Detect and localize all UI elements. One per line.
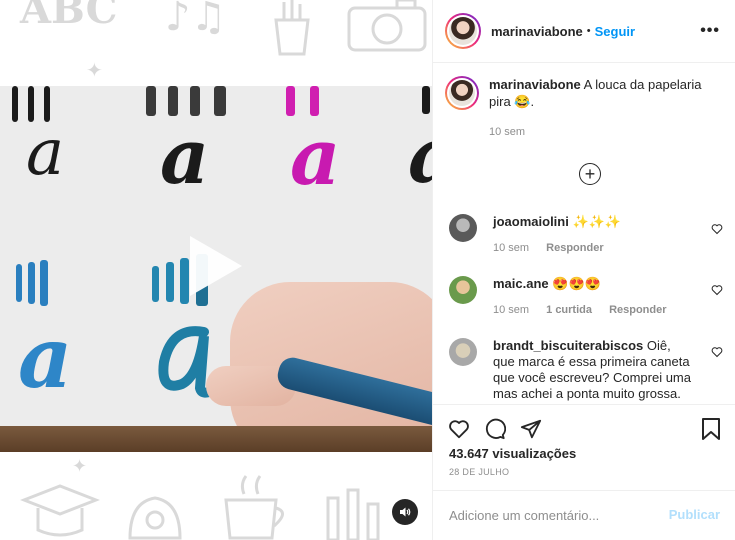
comment-item: joaomaiolini ✨✨✨ 10 sem Responder (449, 214, 719, 256)
doodle-sparkle: ✦ (72, 456, 88, 477)
avatar[interactable] (445, 13, 481, 49)
lettering-a-magenta: a (290, 112, 341, 203)
save-bookmark-icon[interactable] (700, 417, 722, 441)
comment-username[interactable]: joaomaiolini (493, 214, 569, 229)
post-caption: marinaviabone A louca da papelaria pira … (445, 76, 725, 141)
brush-stroke (214, 86, 226, 116)
comment-body: brandt_biscuiterabiscos Oiê, que marca é… (493, 338, 693, 402)
like-comment-heart-icon[interactable] (711, 284, 723, 296)
share-paper-plane-icon[interactable] (520, 418, 542, 440)
header-username[interactable]: marinaviabone (491, 24, 583, 39)
caption-body: marinaviabone A louca da papelaria pira … (489, 76, 725, 141)
plus-icon: + (584, 164, 596, 184)
publish-button[interactable]: Publicar (669, 507, 720, 522)
lettering-a-partial: a (408, 110, 432, 201)
like-heart-icon[interactable] (448, 418, 470, 440)
like-comment-heart-icon[interactable] (711, 346, 723, 358)
speaker-icon (400, 507, 411, 517)
comment-likes-count[interactable]: 1 curtida (546, 304, 592, 316)
comment-text: ✨✨✨ (572, 214, 622, 229)
follow-button[interactable]: Seguir (595, 24, 635, 39)
reply-button[interactable]: Responder (609, 304, 666, 316)
lettering-a-blue: a (18, 308, 73, 407)
doodle-bell-icon (128, 496, 182, 540)
load-more-comments-button[interactable]: + (579, 163, 601, 185)
doodle-pencil-cup-icon (274, 0, 310, 56)
doodle-music-notes: ♪♫ (165, 0, 227, 40)
instagram-post-view: ABC ♪♫ ✦ ✦ a a a a marinaviabone • Segui… (0, 0, 735, 540)
commenter-avatar[interactable] (449, 276, 477, 304)
doodle-sparkle: ✦ (86, 58, 103, 82)
post-side-panel: marinaviabone • Seguir ••• marinaviabone… (432, 0, 735, 540)
comment-composer: Publicar (433, 490, 735, 540)
brush-stroke (146, 86, 156, 116)
post-media: ABC ♪♫ ✦ ✦ a a a a (0, 0, 432, 540)
comment-item: brandt_biscuiterabiscos Oiê, que marca é… (449, 338, 719, 402)
lettering-a-black-thin: a (26, 116, 65, 190)
profile-photo (449, 80, 475, 106)
reply-button[interactable]: Responder (546, 242, 603, 254)
brush-stroke (180, 258, 189, 304)
brush-stroke (16, 264, 22, 302)
commenter-avatar[interactable] (449, 214, 477, 242)
more-options-icon[interactable]: ••• (700, 23, 720, 39)
profile-photo (449, 17, 477, 45)
comment-bubble-icon[interactable] (484, 418, 506, 440)
comment-username[interactable]: brandt_biscuiterabiscos (493, 338, 643, 353)
commenter-avatar[interactable] (449, 338, 477, 366)
doodle-coffee-mug-icon (224, 475, 284, 540)
doodle-abc: ABC (20, 0, 118, 33)
comment-item: maic.ane 😍😍😍 10 sem 1 curtida Responder (449, 276, 719, 318)
avatar[interactable] (445, 76, 479, 110)
comment-text: 😍😍😍 (552, 276, 601, 291)
brush-stroke (152, 266, 159, 302)
separator-dot: • (586, 25, 591, 37)
post-header: marinaviabone • Seguir ••• (433, 0, 735, 63)
comment-meta: 10 sem 1 curtida Responder (493, 302, 703, 318)
doodle-paintbrush-icon (326, 488, 380, 540)
comment-input[interactable] (449, 508, 669, 523)
comment-body: joaomaiolini ✨✨✨ 10 sem Responder (493, 214, 703, 256)
play-button[interactable] (190, 236, 242, 296)
doodle-graduation-cap-icon (20, 484, 100, 537)
post-date[interactable]: 28 DE JULHO (449, 467, 509, 477)
comment-timestamp[interactable]: 10 sem (493, 304, 529, 316)
video-player[interactable]: a a a a a (0, 86, 432, 452)
wood-board-edge (0, 426, 432, 452)
caption-timestamp[interactable]: 10 sem (489, 124, 725, 141)
comment-body: maic.ane 😍😍😍 10 sem 1 curtida Responder (493, 276, 703, 318)
doodle-camera-icon (347, 0, 427, 52)
comment-username[interactable]: maic.ane (493, 276, 549, 291)
brush-stroke (166, 262, 174, 302)
view-count[interactable]: 43.647 visualizações (449, 446, 576, 461)
comment-meta: 10 sem Responder (493, 240, 703, 256)
post-actions-bar: 43.647 visualizações 28 DE JULHO (433, 404, 735, 490)
brush-stroke (40, 260, 48, 306)
comment-timestamp[interactable]: 10 sem (493, 242, 529, 254)
sound-toggle-button[interactable] (392, 499, 418, 525)
brush-stroke (12, 86, 18, 122)
caption-username[interactable]: marinaviabone (489, 77, 581, 92)
like-comment-heart-icon[interactable] (711, 223, 723, 235)
brush-stroke (28, 262, 35, 304)
lettering-a-black: a (160, 112, 210, 201)
